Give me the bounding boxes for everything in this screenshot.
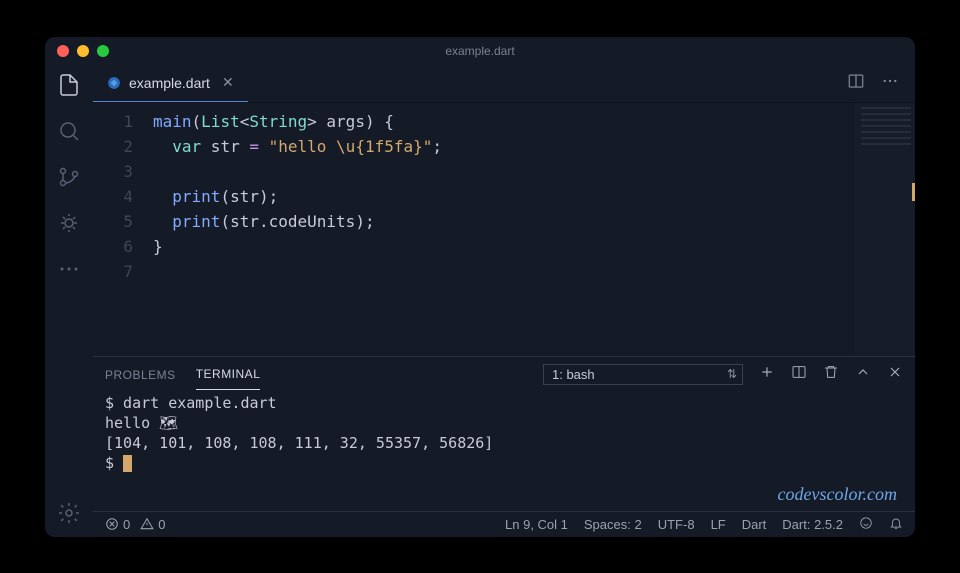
watermark: codevscolor.com [778,484,897,505]
editor-window: example.dart [45,37,915,537]
indentation[interactable]: Spaces: 2 [584,517,642,532]
terminal-cursor [123,455,132,472]
feedback-icon[interactable] [859,516,873,533]
minimize-window-button[interactable] [77,45,89,57]
debug-icon[interactable] [57,211,81,235]
code-editor[interactable]: 1 2 3 4 5 6 7 main(List<String> args) { … [93,103,855,356]
terminal-selector[interactable]: 1: bash ⇅ [543,364,743,385]
terminal-tab[interactable]: TERMINAL [196,359,261,390]
line-numbers: 1 2 3 4 5 6 7 [93,109,153,350]
minimap[interactable] [855,103,915,356]
source-control-icon[interactable] [57,165,81,189]
tab-label: example.dart [129,75,210,91]
titlebar: example.dart [45,37,915,65]
status-bar: 0 0 Ln 9, Col 1 Spaces: 2 UTF-8 LF Dart … [93,511,915,537]
dart-file-icon [107,76,121,90]
terminal-line: [104, 101, 108, 108, 111, 32, 55357, 568… [105,433,903,453]
kill-terminal-icon[interactable] [823,364,839,385]
notifications-icon[interactable] [889,516,903,533]
activity-bar [45,65,93,537]
more-actions-icon[interactable] [881,72,899,95]
cursor-position[interactable]: Ln 9, Col 1 [505,517,568,532]
explorer-icon[interactable] [57,73,81,97]
window-controls [57,45,109,57]
language-mode[interactable]: Dart [742,517,767,532]
more-icon[interactable] [57,257,81,281]
split-editor-icon[interactable] [847,72,865,95]
bottom-panel: PROBLEMS TERMINAL 1: bash ⇅ [93,356,915,511]
maximize-panel-icon[interactable] [855,364,871,385]
tab-close-icon[interactable]: ✕ [222,74,234,91]
tab-bar: example.dart ✕ [93,65,915,103]
encoding[interactable]: UTF-8 [658,517,695,532]
close-panel-icon[interactable] [887,364,903,385]
eol[interactable]: LF [711,517,726,532]
tab-example-dart[interactable]: example.dart ✕ [93,65,248,102]
settings-gear-icon[interactable] [57,501,81,525]
terminal-line: $ dart example.dart [105,393,903,413]
maximize-window-button[interactable] [97,45,109,57]
code-content: main(List<String> args) { var str = "hel… [153,109,855,350]
new-terminal-icon[interactable] [759,364,775,385]
window-title: example.dart [445,44,514,58]
dart-version[interactable]: Dart: 2.5.2 [782,517,843,532]
close-window-button[interactable] [57,45,69,57]
split-terminal-icon[interactable] [791,364,807,385]
terminal-line: hello 🗺 [105,413,903,433]
problems-tab[interactable]: PROBLEMS [105,360,176,390]
search-icon[interactable] [57,119,81,143]
errors-count[interactable]: 0 [105,517,130,532]
warnings-count[interactable]: 0 [140,517,165,532]
terminal-prompt: $ [105,453,903,473]
